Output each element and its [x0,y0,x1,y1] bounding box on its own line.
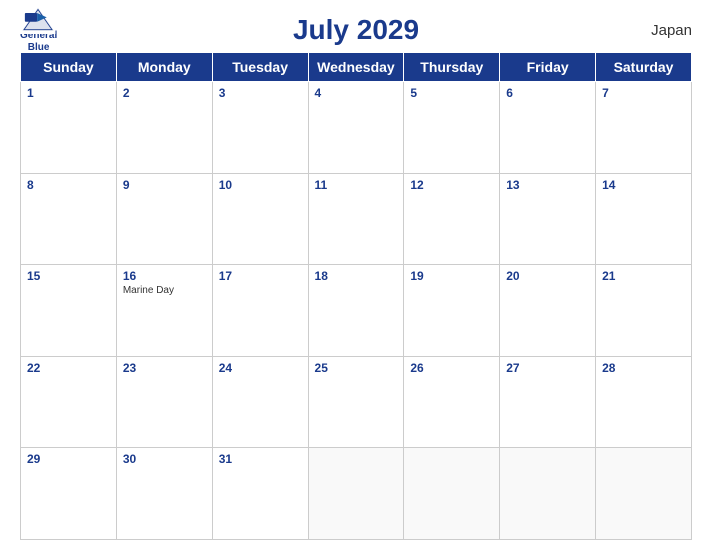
day-number: 6 [506,86,589,100]
calendar-cell: 28 [596,356,692,448]
calendar-cell: 4 [308,82,404,174]
calendar-cell: 9 [116,173,212,265]
day-header-wednesday: Wednesday [308,53,404,82]
day-number: 13 [506,178,589,192]
week-row-5: 29 30 31 [21,448,692,540]
calendar-cell: 13 [500,173,596,265]
day-number: 29 [27,452,110,466]
day-number: 11 [315,178,398,192]
calendar-cell: 11 [308,173,404,265]
day-number: 5 [410,86,493,100]
calendar-cell: 7 [596,82,692,174]
day-number: 15 [27,269,110,283]
calendar-cell: 5 [404,82,500,174]
day-number: 10 [219,178,302,192]
calendar-cell [596,448,692,540]
calendar-table: SundayMondayTuesdayWednesdayThursdayFrid… [20,52,692,540]
calendar-cell: 29 [21,448,117,540]
calendar-cell: 17 [212,265,308,357]
calendar-cell: 20 [500,265,596,357]
calendar-cell: 15 [21,265,117,357]
day-number: 21 [602,269,685,283]
calendar-cell: 31 [212,448,308,540]
week-row-4: 22 23 24 25 26 27 28 [21,356,692,448]
logo-line2: Blue [28,42,50,54]
day-number: 25 [315,361,398,375]
calendar-cell: 6 [500,82,596,174]
calendar-cell: 19 [404,265,500,357]
calendar-cell: 10 [212,173,308,265]
week-row-1: 1234567 [21,82,692,174]
week-row-2: 89 10 11 12 13 14 [21,173,692,265]
calendar-cell: 23 [116,356,212,448]
day-number: 24 [219,361,302,375]
day-number: 22 [27,361,110,375]
calendar-cell [308,448,404,540]
calendar-title: July 2029 [293,14,419,46]
calendar-cell [404,448,500,540]
calendar-cell: 1 [21,82,117,174]
calendar-cell: 26 [404,356,500,448]
calendar-header: General Blue July 2029 Japan [20,14,692,46]
day-number: 9 [123,178,206,192]
day-header-saturday: Saturday [596,53,692,82]
day-number: 2 [123,86,206,100]
calendar-cell: 30 [116,448,212,540]
day-number: 19 [410,269,493,283]
day-number: 26 [410,361,493,375]
day-number: 1 [27,86,110,100]
calendar-cell: 25 [308,356,404,448]
day-number: 3 [219,86,302,100]
day-number: 31 [219,452,302,466]
day-header-monday: Monday [116,53,212,82]
calendar-cell: 14 [596,173,692,265]
day-number: 16 [123,269,206,283]
day-number: 8 [27,178,110,192]
day-number: 30 [123,452,206,466]
calendar-cell: 27 [500,356,596,448]
calendar-cell: 21 [596,265,692,357]
day-header-sunday: Sunday [21,53,117,82]
day-number: 27 [506,361,589,375]
calendar-cell: 16 Marine Day [116,265,212,357]
calendar-cell: 2 [116,82,212,174]
day-header-friday: Friday [500,53,596,82]
calendar-cell: 3 [212,82,308,174]
calendar-cell: 22 [21,356,117,448]
calendar-event: Marine Day [123,285,206,296]
calendar-cell: 18 [308,265,404,357]
day-number: 20 [506,269,589,283]
calendar-cell: 24 [212,356,308,448]
day-number: 12 [410,178,493,192]
days-header-row: SundayMondayTuesdayWednesdayThursdayFrid… [21,53,692,82]
day-number: 7 [602,86,685,100]
day-number: 23 [123,361,206,375]
day-number: 14 [602,178,685,192]
calendar-cell: 12 [404,173,500,265]
country-label: Japan [651,22,692,39]
day-number: 17 [219,269,302,283]
day-number: 4 [315,86,398,100]
day-number: 18 [315,269,398,283]
day-number: 28 [602,361,685,375]
calendar-cell: 8 [21,173,117,265]
day-header-tuesday: Tuesday [212,53,308,82]
calendar-cell [500,448,596,540]
logo: General Blue [20,6,57,54]
week-row-3: 15 16 Marine Day 17 18 19 20 21 [21,265,692,357]
day-header-thursday: Thursday [404,53,500,82]
